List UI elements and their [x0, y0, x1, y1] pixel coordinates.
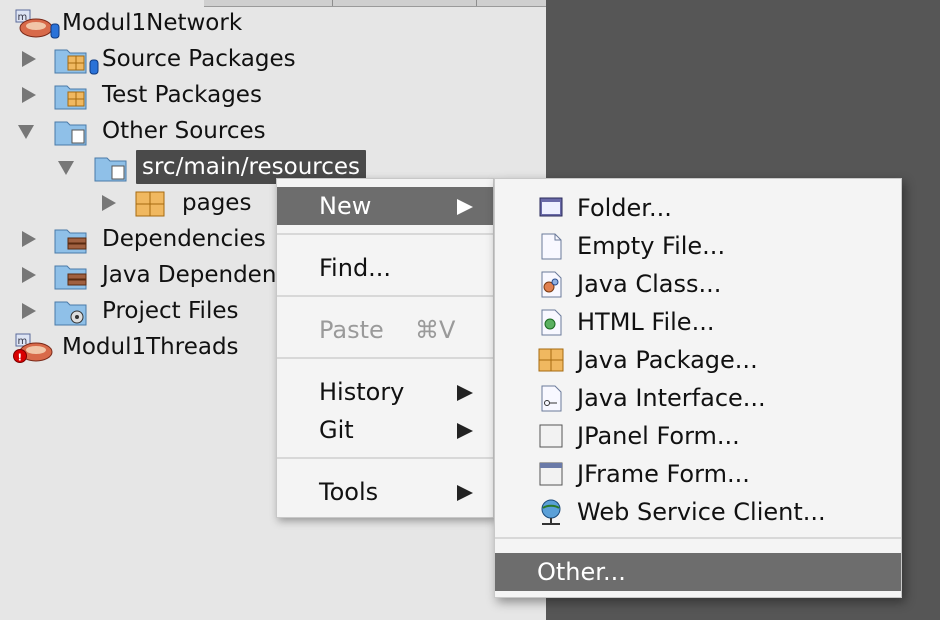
menu-item-label: Find... — [319, 254, 392, 282]
source-packages-icon — [54, 49, 99, 75]
menu-separator — [277, 457, 493, 459]
maven-project-icon: m — [15, 9, 60, 39]
expand-toggle-icon[interactable] — [22, 267, 36, 283]
expand-toggle-icon[interactable] — [22, 51, 36, 67]
html-file-icon — [541, 309, 562, 336]
collapse-toggle-icon[interactable] — [58, 161, 74, 175]
menu-item-find[interactable]: Find... — [277, 249, 493, 287]
submenu-item-label: Other... — [537, 558, 626, 586]
web-service-icon — [541, 499, 561, 525]
submenu-item-java-class[interactable]: Java Class... — [495, 265, 901, 303]
java-interface-icon — [541, 385, 562, 412]
folder-icon — [539, 197, 563, 217]
submenu-item-folder[interactable]: Folder... — [495, 189, 901, 227]
submenu-item-label: Empty File... — [577, 232, 726, 260]
submenu-item-java-package[interactable]: Java Package... — [495, 341, 901, 379]
test-packages-icon — [54, 85, 87, 110]
submenu-item-label: Java Package... — [577, 346, 758, 374]
menu-item-tools[interactable]: Tools — [277, 473, 493, 511]
tree-node-label: Other Sources — [102, 118, 266, 144]
submenu-item-java-interface[interactable]: Java Interface... — [495, 379, 901, 417]
expand-toggle-icon[interactable] — [102, 195, 116, 211]
java-dependencies-icon — [54, 265, 87, 290]
shortcut-label: ⌘V — [415, 316, 456, 344]
menu-separator — [495, 537, 901, 539]
project-files-icon — [54, 301, 87, 326]
expand-toggle-icon[interactable] — [22, 87, 36, 103]
menu-item-git[interactable]: Git — [277, 411, 493, 449]
java-class-icon — [541, 271, 562, 298]
expand-toggle-icon[interactable] — [22, 303, 36, 319]
menu-separator — [277, 357, 493, 359]
jframe-form-icon — [539, 462, 563, 486]
submenu-item-jframe-form[interactable]: JFrame Form... — [495, 455, 901, 493]
submenu-item-label: Folder... — [577, 194, 672, 222]
tree-node-java-dependencies[interactable]: Java Dependencies — [0, 258, 276, 292]
submenu-arrow-icon — [457, 485, 473, 501]
submenu-item-html-file[interactable]: HTML File... — [495, 303, 901, 341]
tree-node-label: Test Packages — [102, 82, 262, 108]
jpanel-form-icon — [539, 424, 563, 448]
context-menu: New Find... Paste ⌘V History Git Tools — [276, 178, 494, 518]
menu-item-new[interactable]: New — [277, 187, 493, 225]
tree-node-modul1network[interactable]: m Modul1Network — [0, 6, 300, 40]
submenu-arrow-icon — [457, 423, 473, 439]
tree-node-label: pages — [182, 190, 252, 216]
submenu-item-label: Web Service Client... — [577, 498, 826, 526]
submenu-arrow-icon — [457, 199, 473, 215]
menu-item-label: Paste — [319, 316, 384, 344]
tree-node-label: Modul1Network — [62, 10, 243, 36]
tree-node-label: Source Packages — [102, 46, 296, 72]
tree-node-modul1threads[interactable]: m ! Modul1Threads — [0, 330, 276, 364]
menu-item-label: New — [319, 192, 372, 220]
submenu-arrow-icon — [457, 385, 473, 401]
menu-item-label: Tools — [319, 478, 379, 506]
submenu-item-label: Java Class... — [577, 270, 722, 298]
menu-separator — [277, 233, 493, 235]
submenu-item-empty-file[interactable]: Empty File... — [495, 227, 901, 265]
tree-node-label: Java Dependencies — [102, 262, 276, 288]
submenu-item-label: Java Interface... — [577, 384, 766, 412]
submenu-item-jpanel-form[interactable]: JPanel Form... — [495, 417, 901, 455]
menu-item-label: History — [319, 378, 405, 406]
menu-item-history[interactable]: History — [277, 373, 493, 411]
submenu-item-label: HTML File... — [577, 308, 715, 336]
tree-node-label: Project Files — [102, 298, 239, 324]
menu-item-paste[interactable]: Paste ⌘V — [277, 311, 493, 349]
java-package-icon — [538, 348, 564, 372]
submenu-item-label: JFrame Form... — [577, 460, 750, 488]
tree-node-label: Modul1Threads — [62, 334, 239, 360]
tree-node-dependencies[interactable]: Dependencies — [0, 222, 276, 256]
dependencies-icon — [54, 229, 87, 254]
submenu-item-other[interactable]: Other... — [495, 553, 901, 591]
submenu-item-label: JPanel Form... — [577, 422, 740, 450]
java-package-icon — [135, 191, 165, 217]
tree-node-project-files[interactable]: Project Files — [0, 294, 276, 328]
collapse-toggle-icon[interactable] — [18, 125, 34, 139]
other-sources-icon — [54, 121, 87, 146]
expand-toggle-icon[interactable] — [22, 231, 36, 247]
empty-file-icon — [541, 233, 562, 260]
tree-node-label: Dependencies — [102, 226, 266, 252]
menu-separator — [277, 295, 493, 297]
submenu-item-web-service-client[interactable]: Web Service Client... — [495, 493, 901, 531]
tree-node-source-packages[interactable]: Source Packages — [0, 42, 300, 76]
maven-project-error-icon: m ! — [13, 333, 53, 364]
tree-node-test-packages[interactable]: Test Packages — [0, 78, 300, 112]
new-submenu: Folder... Empty File... Java Class... HT… — [494, 178, 902, 598]
tree-node-pages[interactable]: pages — [0, 186, 276, 220]
folder-icon — [94, 157, 127, 182]
tree-node-other-sources[interactable]: Other Sources — [0, 114, 300, 148]
menu-item-label: Git — [319, 416, 354, 444]
svg-text:!: ! — [18, 353, 23, 364]
